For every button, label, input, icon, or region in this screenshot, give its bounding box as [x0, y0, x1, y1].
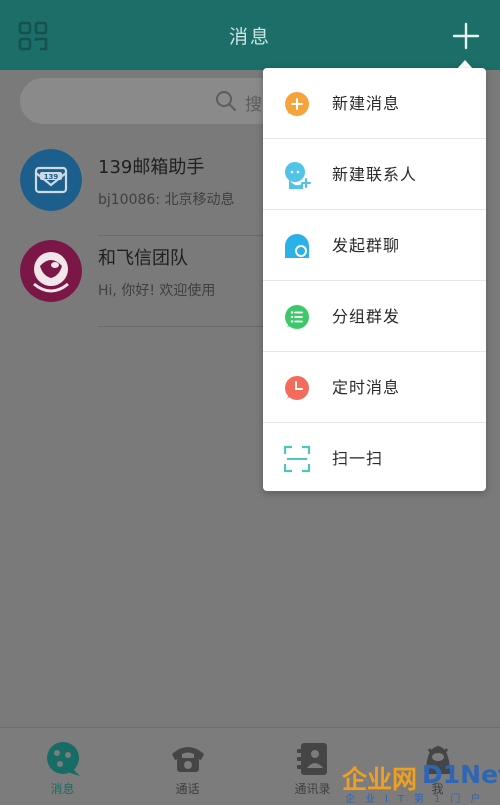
app-header: 消息 [0, 0, 500, 70]
menu-item-group-send[interactable]: 分组群发 [263, 281, 486, 352]
phone-tab-icon [172, 747, 204, 772]
conversation-name: 139邮箱助手 [98, 157, 205, 178]
search-icon [216, 91, 236, 111]
group-send-icon [285, 305, 309, 329]
tab-label: 消息 [50, 782, 75, 796]
menu-item-label: 新建消息 [332, 94, 401, 113]
message-tab-icon [47, 742, 80, 776]
timed-message-icon [285, 376, 309, 400]
conversation-item[interactable]: 139 139邮箱助手 bj10086: 北京移动息 [0, 149, 265, 236]
menu-item-label: 发起群聊 [332, 236, 401, 255]
tab-messages[interactable]: 消息 [0, 728, 125, 805]
page-title: 消息 [228, 26, 271, 48]
menu-item-scan[interactable]: 扫一扫 [263, 423, 486, 491]
search-placeholder: 搜 [245, 95, 262, 115]
menu-item-label: 分组群发 [332, 307, 401, 326]
menu-item-label: 扫一扫 [332, 449, 384, 468]
hefeixin-icon [20, 240, 82, 302]
tab-label: 通话 [175, 782, 200, 796]
plus-dropdown-menu: 新建消息 新建联系人 发起群聊 分组群发 定时消息 扫一扫 [263, 68, 486, 491]
new-contact-icon [285, 162, 311, 189]
conversation-preview: bj10086: 北京移动息 [98, 192, 235, 208]
scan-icon [283, 445, 311, 473]
divider [98, 235, 265, 236]
group-chat-icon [285, 234, 309, 258]
tab-calls[interactable]: 通话 [125, 728, 250, 805]
menu-item-label: 新建联系人 [332, 165, 418, 184]
menu-item-group-chat[interactable]: 发起群聊 [263, 210, 486, 281]
menu-item-new-message[interactable]: 新建消息 [263, 68, 486, 139]
conversation-preview: Hi, 你好! 欢迎使用 [98, 283, 216, 299]
new-message-icon [285, 92, 309, 116]
conversation-name: 和飞信团队 [98, 248, 188, 269]
watermark-brand: D1Net [422, 760, 500, 789]
contacts-tab-icon [297, 743, 327, 775]
conversation-item[interactable]: 和飞信团队 Hi, 你好! 欢迎使用 [0, 240, 265, 327]
svg-text:139: 139 [44, 173, 59, 181]
menu-item-label: 定时消息 [332, 378, 401, 397]
watermark-subtitle: 企业IT第1门户 [345, 794, 491, 805]
plus-icon[interactable] [451, 21, 481, 51]
divider [98, 326, 265, 327]
mail-139-icon: 139 [20, 149, 82, 211]
menu-item-new-contact[interactable]: 新建联系人 [263, 139, 486, 210]
menu-item-timed-message[interactable]: 定时消息 [263, 352, 486, 423]
